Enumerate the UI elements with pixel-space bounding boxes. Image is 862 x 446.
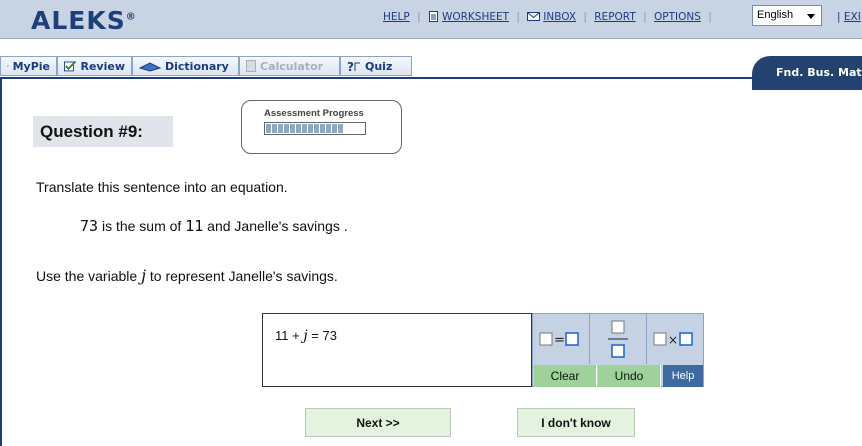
- inbox-link[interactable]: INBOX: [543, 11, 576, 23]
- tab-review[interactable]: Review: [57, 56, 132, 76]
- worksheet-icon: [428, 11, 438, 22]
- tab-mypie[interactable]: MyPie: [0, 56, 57, 76]
- times-template-button[interactable]: ×: [647, 314, 703, 364]
- checkmark-icon: [64, 60, 77, 72]
- undo-button[interactable]: Undo: [598, 365, 661, 387]
- pie-icon: [7, 65, 9, 67]
- variable-symbol: j: [141, 266, 147, 285]
- answer-value: 11 + j = 73: [275, 328, 337, 344]
- nav-tabs: MyPie Review Dictionary Calculator ? Qui…: [0, 56, 412, 78]
- answer-input[interactable]: 11 + j = 73: [262, 313, 532, 387]
- report-link[interactable]: REPORT: [594, 11, 635, 23]
- top-header: ALEKS® HELP | WORKSHEET | INBOX | REPORT…: [0, 0, 862, 39]
- progress-title: Assessment Progress: [264, 108, 364, 119]
- variable-instruction: Use the variable j to represent Janelle'…: [36, 266, 338, 285]
- svg-text:×: ×: [668, 333, 678, 347]
- sentence-number-2: 11: [185, 217, 204, 235]
- left-border: [0, 79, 2, 446]
- language-select[interactable]: English: [752, 5, 822, 26]
- tab-dictionary[interactable]: Dictionary: [132, 56, 239, 76]
- fraction-template-icon: [608, 320, 628, 358]
- top-links: HELP | WORKSHEET | INBOX | REPORT | OPTI…: [383, 11, 712, 23]
- progress-fill: [266, 124, 344, 133]
- sentence-text: 73 is the sum of 11 and Janelle's saving…: [80, 217, 348, 235]
- help-link[interactable]: HELP: [383, 11, 410, 23]
- question-label: Question #9:: [33, 116, 173, 147]
- clear-button[interactable]: Clear: [534, 365, 597, 387]
- instruction-text: Translate this sentence into an equation…: [36, 179, 288, 195]
- next-button[interactable]: Next >>: [305, 408, 451, 437]
- times-template-icon: ×: [653, 332, 693, 347]
- fraction-template-button[interactable]: [590, 314, 647, 364]
- math-palette: = × Clear Undo Help: [532, 313, 704, 387]
- quiz-icon: ?: [347, 60, 360, 72]
- calculator-icon: [246, 60, 256, 72]
- svg-text:=: =: [554, 333, 565, 347]
- dont-know-button[interactable]: I don't know: [517, 408, 635, 437]
- options-link[interactable]: OPTIONS: [654, 11, 701, 23]
- help-button[interactable]: Help: [663, 365, 703, 387]
- sentence-period: .: [343, 218, 348, 234]
- tab-quiz[interactable]: ? Quiz: [340, 56, 412, 76]
- inbox-icon: [527, 12, 541, 21]
- exit-link[interactable]: | EXI: [837, 11, 861, 23]
- nav-divider: [0, 77, 862, 79]
- course-tab[interactable]: Fnd. Bus. Matl: [752, 56, 862, 90]
- worksheet-link[interactable]: WORKSHEET: [442, 11, 509, 23]
- sentence-number-1: 73: [80, 217, 99, 235]
- progress-bar: [264, 122, 366, 135]
- aleks-logo: ALEKS®: [31, 6, 137, 35]
- assessment-progress: Assessment Progress: [241, 100, 402, 154]
- svg-text:?: ?: [347, 60, 354, 72]
- sentence-tail: and Janelle's savings: [207, 218, 340, 234]
- book-icon: [139, 62, 161, 72]
- equals-template-icon: =: [539, 332, 579, 347]
- equals-template-button[interactable]: =: [533, 314, 590, 364]
- chevron-down-icon: [807, 14, 815, 19]
- sentence-middle: is the sum of: [101, 218, 182, 234]
- tab-calculator[interactable]: Calculator: [239, 56, 340, 76]
- aleks-window: ALEKS® HELP | WORKSHEET | INBOX | REPORT…: [0, 0, 862, 446]
